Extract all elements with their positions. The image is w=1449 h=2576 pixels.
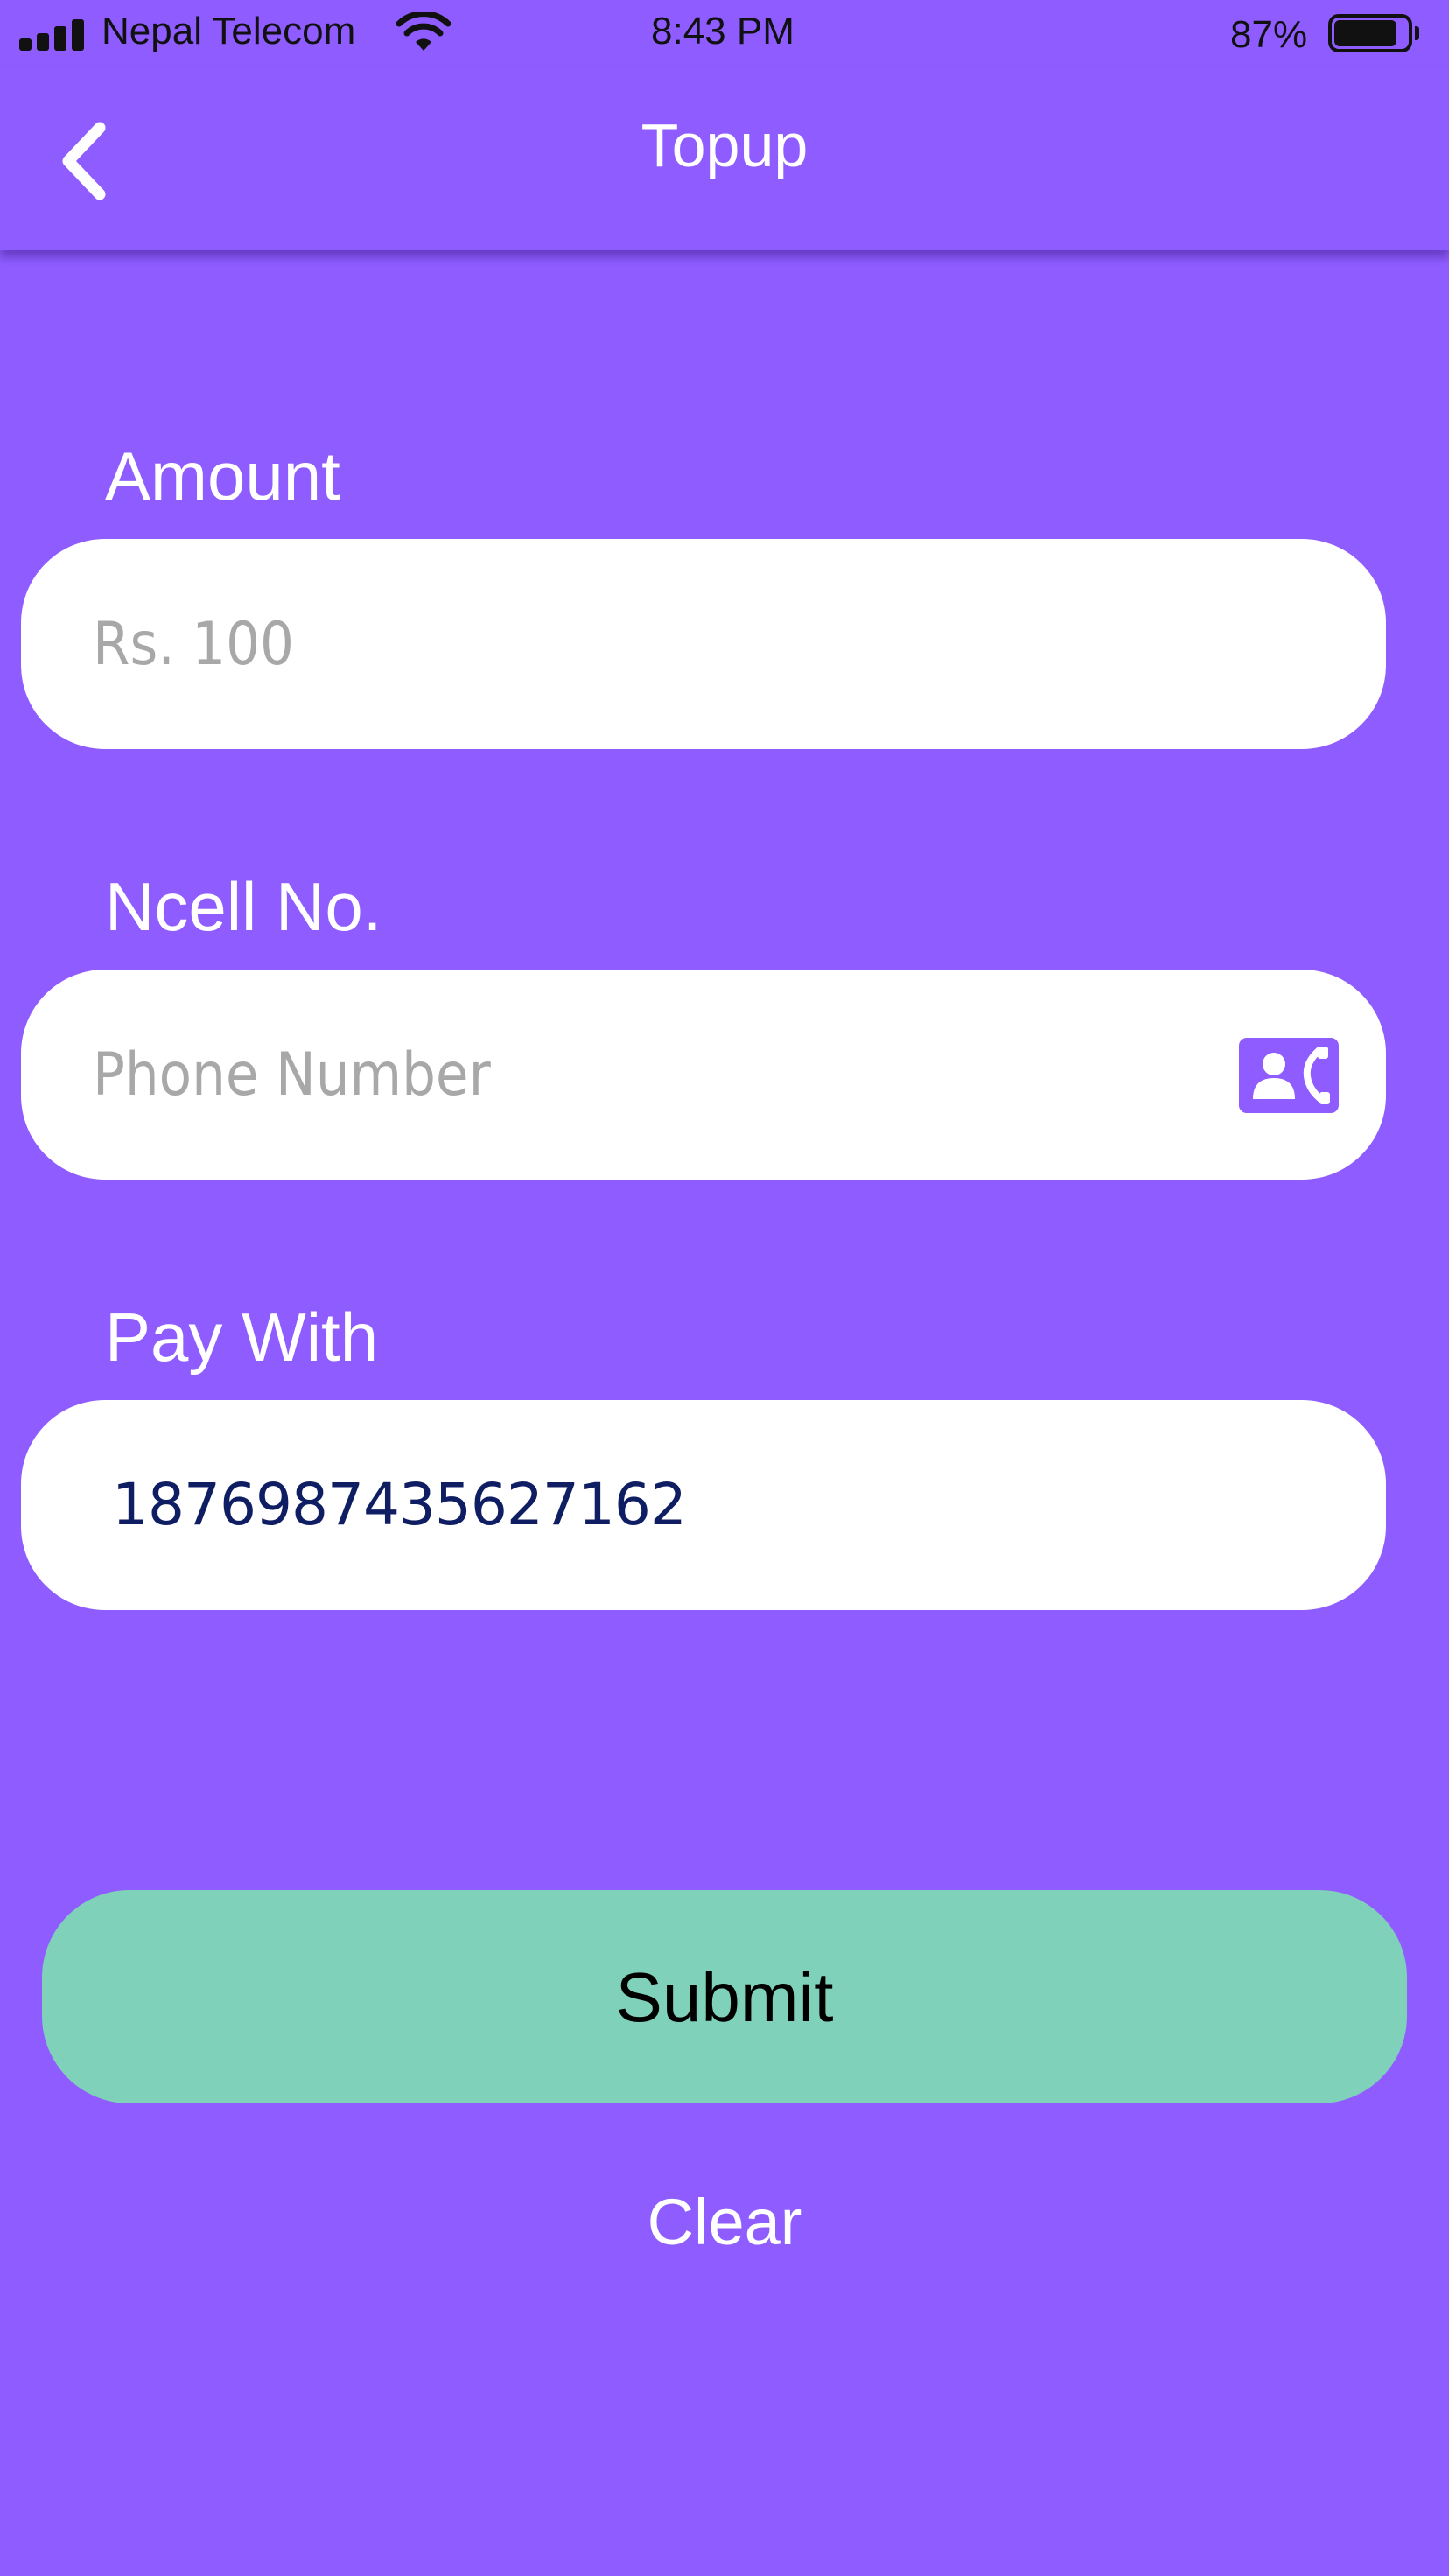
battery-icon (1328, 14, 1419, 52)
submit-button[interactable]: Submit (42, 1890, 1407, 2104)
pay-with-value: 1876987435627162 (112, 1471, 687, 1538)
status-bar: Nepal Telecom 8:43 PM 87% (0, 0, 1449, 66)
phone-number-input[interactable] (93, 1024, 1195, 1125)
contact-card-icon (1239, 1038, 1339, 1113)
status-time: 8:43 PM (651, 10, 794, 52)
amount-label: Amount (105, 438, 340, 514)
app-header: Topup (0, 66, 1449, 250)
phone-field (21, 970, 1386, 1180)
signal-bars-icon (19, 18, 88, 51)
amount-field (21, 539, 1386, 749)
contact-picker-button[interactable] (1239, 1038, 1339, 1113)
pay-with-label: Pay With (105, 1298, 379, 1376)
page-title: Topup (640, 111, 808, 179)
topup-screen: Nepal Telecom 8:43 PM 87% Topup Amount N… (0, 0, 1449, 2576)
pay-with-field[interactable]: 1876987435627162 (21, 1400, 1386, 1610)
phone-label: Ncell No. (105, 868, 382, 945)
wifi-icon (396, 12, 452, 51)
clear-button[interactable]: Clear (462, 2179, 987, 2266)
amount-input[interactable] (93, 593, 1143, 695)
battery-percent: 87% (1230, 13, 1308, 56)
carrier-name: Nepal Telecom (102, 10, 356, 52)
